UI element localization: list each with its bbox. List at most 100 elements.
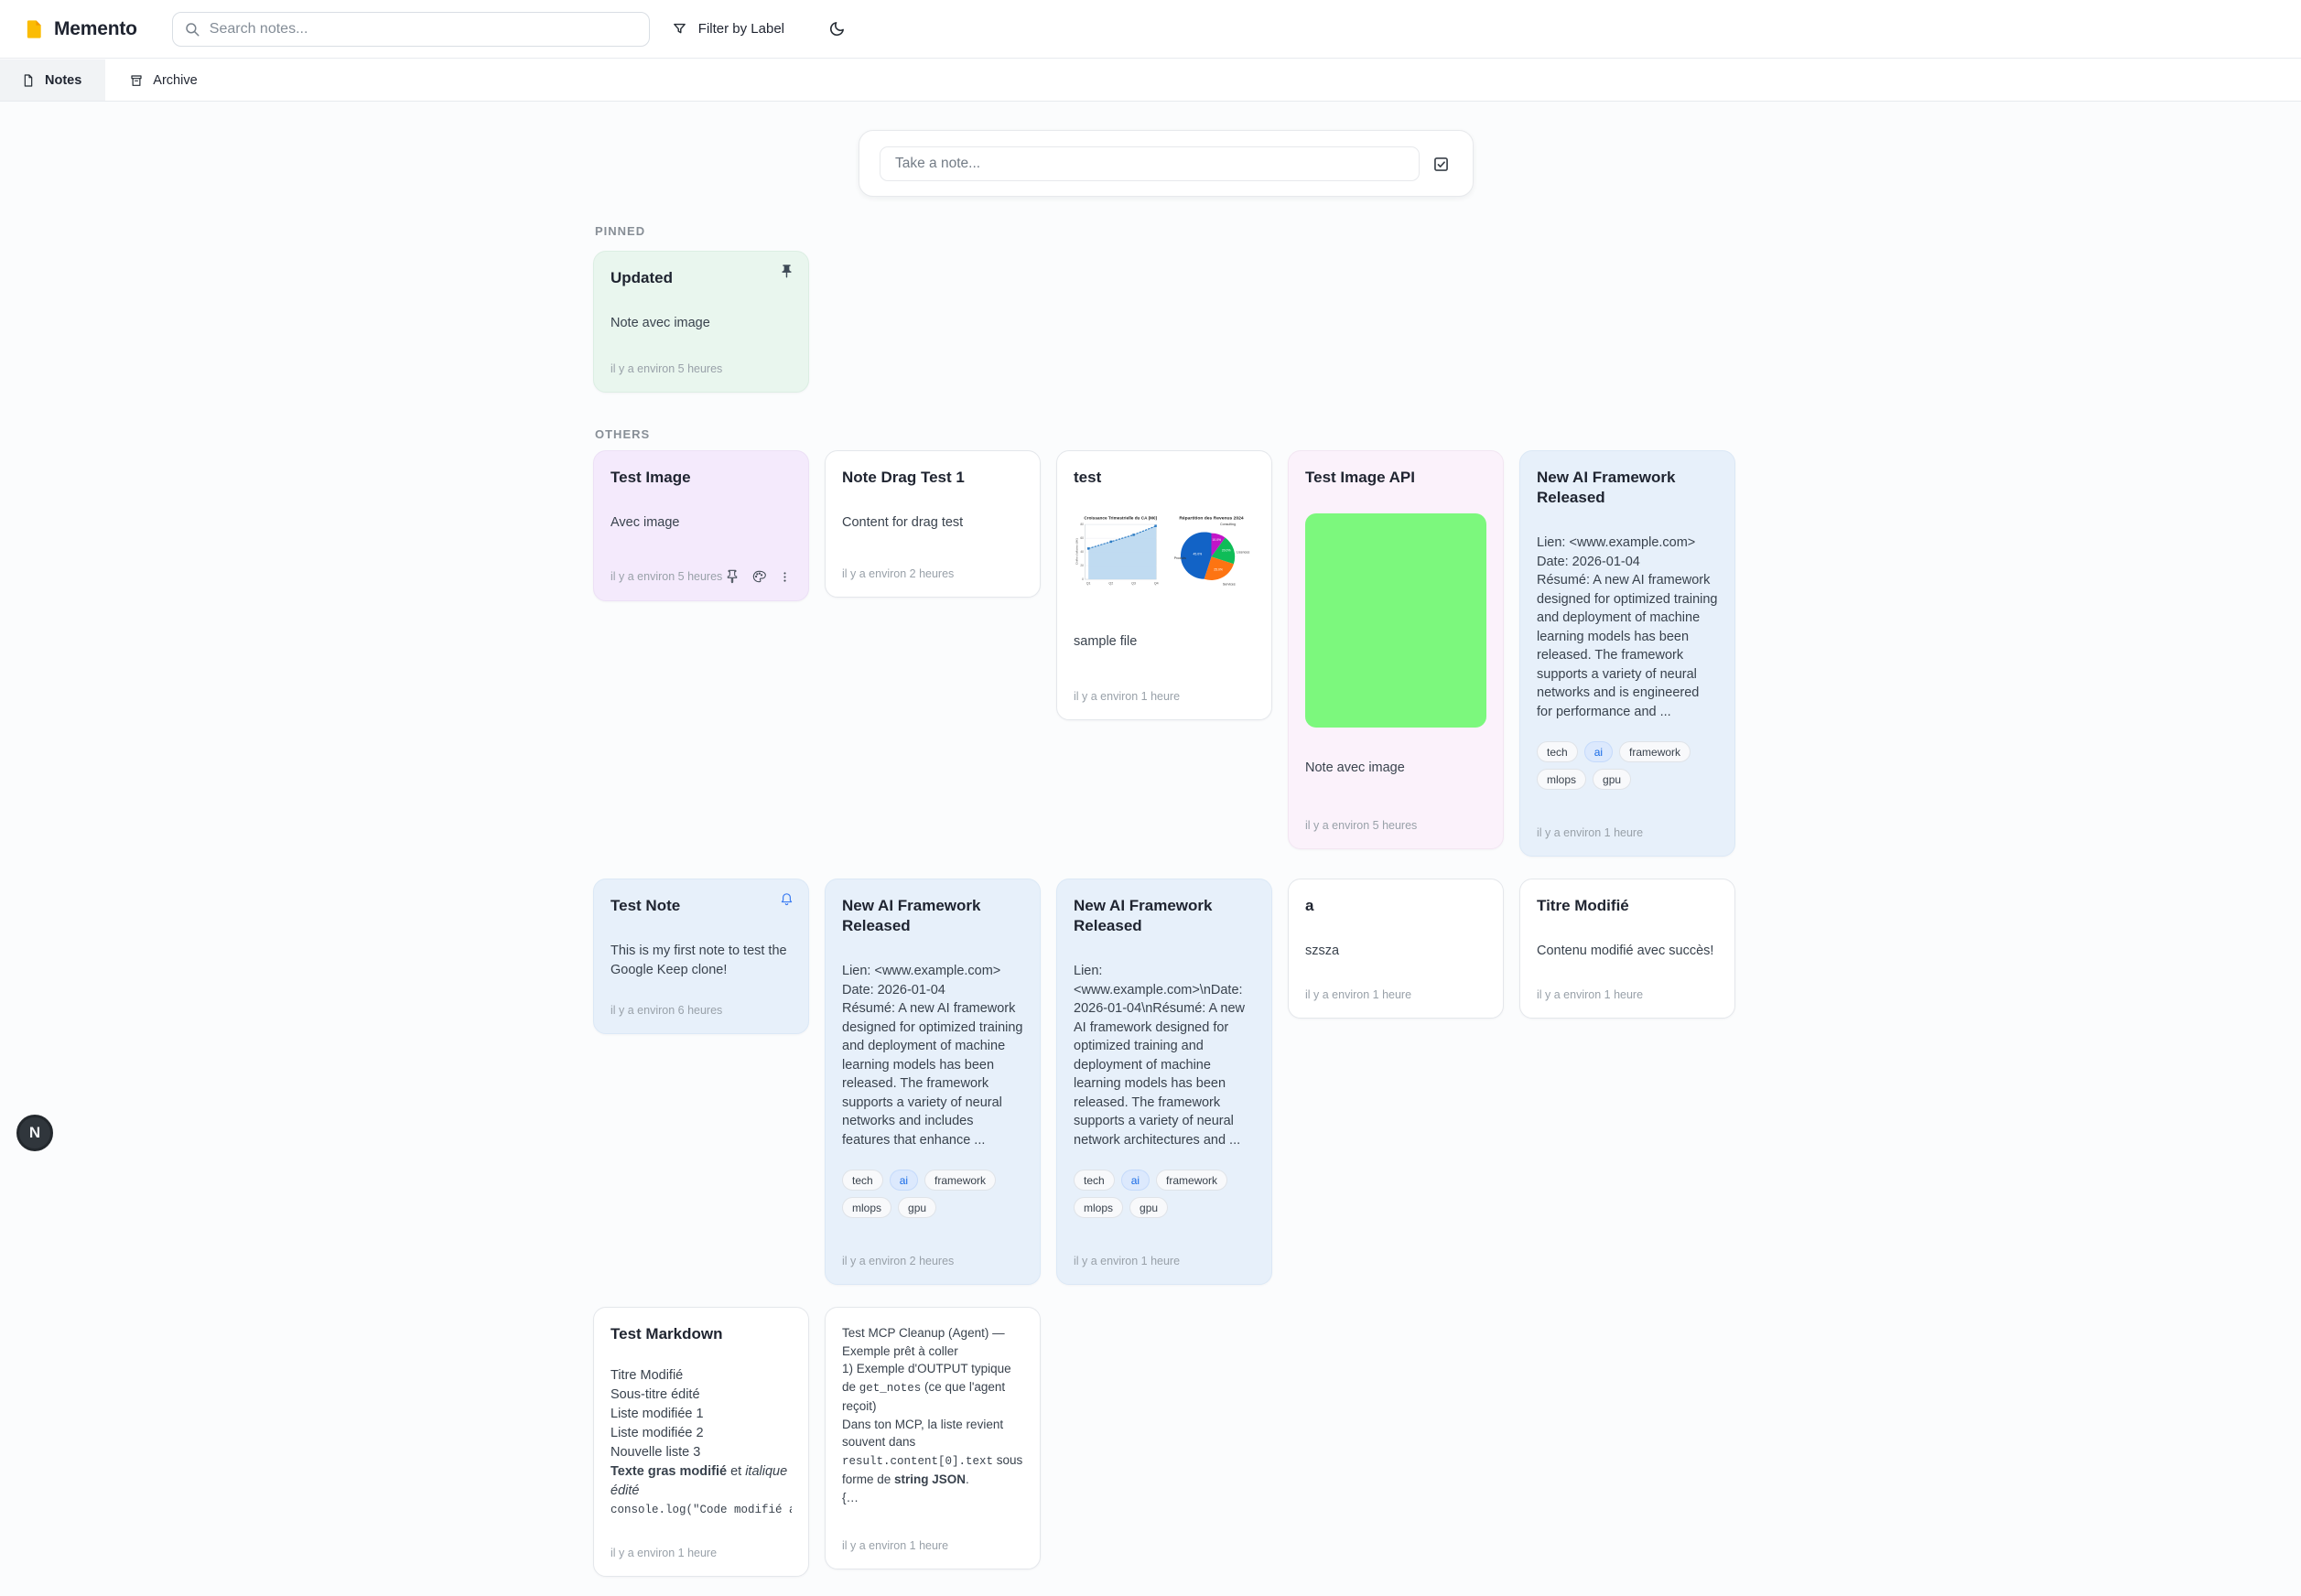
- tag-framework[interactable]: framework: [1619, 741, 1691, 762]
- note-body: szsza: [1305, 942, 1486, 961]
- tag-tech[interactable]: tech: [1074, 1170, 1115, 1191]
- note-title: Note Drag Test 1: [842, 468, 1023, 488]
- tag-ai[interactable]: ai: [1121, 1170, 1150, 1191]
- md-line: Nouvelle liste 3: [610, 1443, 792, 1462]
- md-line: Liste modifiée 2: [610, 1424, 792, 1443]
- note-title: test: [1074, 468, 1255, 488]
- note-body: This is my first note to test the Google…: [610, 942, 792, 979]
- note-body: Content for drag test: [842, 513, 1023, 533]
- tag-mlops[interactable]: mlops: [1537, 769, 1586, 790]
- note-title: Updated: [610, 268, 792, 288]
- note-timestamp: il y a environ 2 heures: [842, 553, 1023, 580]
- note-title: New AI Framework Released: [1074, 896, 1255, 936]
- md-line: Liste modifiée 1: [610, 1405, 792, 1424]
- pie-chart-attachment[interactable]: Répartition des Revenus 2024 45.0% 25.0%…: [1168, 510, 1255, 598]
- tag-mlops[interactable]: mlops: [842, 1197, 891, 1218]
- x-tick: Q2: [1108, 582, 1113, 586]
- note-card-titre-modifie[interactable]: Titre Modifié Contenu modifié avec succè…: [1519, 879, 1735, 1019]
- new-checklist-icon[interactable]: [1431, 155, 1451, 174]
- tag-tech[interactable]: tech: [1537, 741, 1578, 762]
- tag-ai[interactable]: ai: [890, 1170, 918, 1191]
- note-timestamp: il y a environ 1 heure: [1305, 974, 1486, 1001]
- y-tick: 60: [1080, 536, 1084, 540]
- note-title: Test Note: [610, 896, 792, 916]
- md-line: Titre Modifié: [610, 1366, 792, 1386]
- note-timestamp: il y a environ 1 heure: [610, 1532, 792, 1559]
- pie-label: Consulting: [1220, 523, 1236, 526]
- note-timestamp: il y a environ 5 heures: [610, 348, 792, 375]
- archive-box-icon: [129, 73, 144, 88]
- note-card-a[interactable]: a szsza il y a environ 1 heure: [1288, 879, 1504, 1019]
- note-body: Lien: <www.example.com> Date: 2026-01-04…: [842, 962, 1023, 1149]
- note-card-test-note[interactable]: Test Note This is my first note to test …: [593, 879, 809, 1034]
- note-body: Avec image: [610, 513, 792, 533]
- green-image-attachment[interactable]: [1305, 513, 1486, 728]
- note-attachments: Croissance Trimestrielle du CA (M€): [1074, 510, 1255, 598]
- palette-icon[interactable]: [751, 569, 766, 584]
- note-timestamp: il y a environ 2 heures: [842, 1240, 1023, 1267]
- note-card-test-markdown[interactable]: Test Markdown Titre Modifié Sous-titre é…: [593, 1307, 809, 1577]
- tab-notes[interactable]: Notes: [0, 59, 105, 101]
- note-card-ai-framework-3[interactable]: New AI Framework Released Lien: <www.exa…: [1056, 879, 1272, 1285]
- tag-gpu[interactable]: gpu: [1129, 1197, 1168, 1218]
- note-card-updated[interactable]: Updated Note avec image il y a environ 5…: [593, 251, 809, 393]
- more-options-icon[interactable]: [778, 570, 792, 584]
- tag-tech[interactable]: tech: [842, 1170, 883, 1191]
- tag-framework[interactable]: framework: [1156, 1170, 1227, 1191]
- tag-mlops[interactable]: mlops: [1074, 1197, 1123, 1218]
- memento-app: Memento Filter by Label: [0, 0, 2301, 1596]
- note-title: Titre Modifié: [1537, 896, 1718, 916]
- tag-gpu[interactable]: gpu: [1593, 769, 1631, 790]
- note-timestamp: il y a environ 1 heure: [1537, 974, 1718, 1001]
- note-timestamp: il y a environ 1 heure: [1074, 675, 1255, 703]
- app-title: Memento: [54, 18, 137, 40]
- x-tick: Q4: [1154, 582, 1159, 586]
- x-tick: Q1: [1086, 582, 1091, 586]
- pin-outline-icon[interactable]: [725, 569, 740, 584]
- md-line: Sous-titre édité: [610, 1386, 792, 1405]
- tab-notes-label: Notes: [45, 73, 81, 88]
- others-section-label: OTHERS: [595, 427, 650, 441]
- pinned-grid: Updated Note avec image il y a environ 5…: [593, 251, 809, 393]
- take-a-note-input[interactable]: [880, 146, 1420, 181]
- note-title: New AI Framework Released: [842, 896, 1023, 936]
- note-card-test-image[interactable]: Test Image Avec image il y a environ 5 h…: [593, 450, 809, 601]
- note-tags: tech ai framework mlops gpu: [1074, 1170, 1255, 1218]
- y-tick: 0: [1082, 577, 1084, 581]
- reminder-bell-icon[interactable]: [779, 891, 794, 907]
- tag-gpu[interactable]: gpu: [898, 1197, 936, 1218]
- pie-pct: 20.0%: [1222, 549, 1231, 553]
- note-card-test-image-api[interactable]: Test Image API Note avec image il y a en…: [1288, 450, 1504, 849]
- notes-grid: Test Image Avec image il y a environ 5 h…: [593, 450, 1735, 1577]
- note-card-test[interactable]: test Croissance Trimestrielle du CA (M€): [1056, 450, 1272, 720]
- pie-pct: 10.0%: [1212, 538, 1221, 542]
- note-title: Test Image: [610, 468, 792, 488]
- md-code-line: console.log("Code modifié a: [610, 1501, 792, 1520]
- search-bar[interactable]: [172, 12, 650, 47]
- y-tick: 40: [1080, 550, 1084, 554]
- note-card-ai-framework-2[interactable]: New AI Framework Released Lien: <www.exa…: [825, 879, 1041, 1285]
- tab-archive[interactable]: Archive: [107, 59, 219, 101]
- search-input[interactable]: [210, 21, 638, 38]
- note-card-test-mcp-cleanup[interactable]: Test MCP Cleanup (Agent) — Exemple prêt …: [825, 1307, 1041, 1569]
- note-body: Test MCP Cleanup (Agent) — Exemple prêt …: [842, 1324, 1023, 1506]
- note-title: a: [1305, 896, 1486, 916]
- pin-icon[interactable]: [779, 264, 794, 279]
- chart-title: Répartition des Revenus 2024: [1179, 515, 1244, 521]
- tag-framework[interactable]: framework: [924, 1170, 996, 1191]
- mcp-paragraph: 1) Exemple d'OUTPUT typique de get_notes…: [842, 1360, 1023, 1416]
- user-avatar[interactable]: N: [16, 1115, 53, 1151]
- line-chart-attachment[interactable]: Croissance Trimestrielle du CA (M€): [1074, 510, 1161, 598]
- dark-mode-toggle[interactable]: [821, 14, 852, 45]
- note-card-ai-framework-1[interactable]: New AI Framework Released Lien: <www.exa…: [1519, 450, 1735, 857]
- tag-ai[interactable]: ai: [1584, 741, 1613, 762]
- pie-label: Services: [1223, 583, 1236, 587]
- note-card-drag-test[interactable]: Note Drag Test 1 Content for drag test i…: [825, 450, 1041, 598]
- mcp-paragraph: Test MCP Cleanup (Agent) — Exemple prêt …: [842, 1324, 1023, 1360]
- y-axis-label: Chiffre d'affaires (M€): [1075, 538, 1078, 565]
- note-title: New AI Framework Released: [1537, 468, 1718, 508]
- note-body: Contenu modifié avec succès!: [1537, 942, 1718, 961]
- note-body: Note avec image: [610, 314, 792, 333]
- pie-label: Licences: [1237, 551, 1249, 555]
- filter-by-label-button[interactable]: Filter by Label: [672, 21, 784, 37]
